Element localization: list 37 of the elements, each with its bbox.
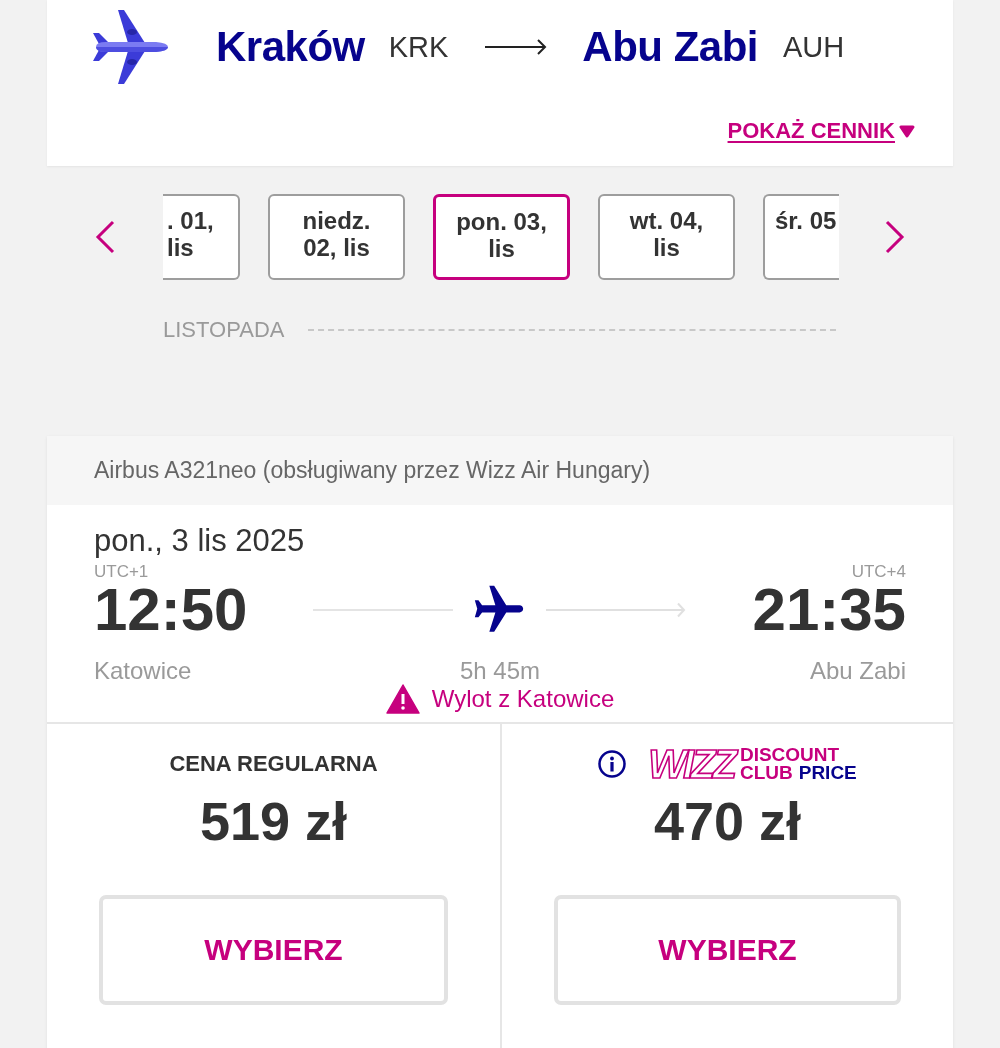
date-tab[interactable]: wt. 04, lis (598, 193, 735, 280)
month-label: LISTOPADA (163, 318, 285, 342)
date-tab[interactable]: śr. 05 (763, 193, 839, 280)
destination-code: AUH (783, 30, 845, 64)
arrow-icon (485, 39, 548, 55)
destination-city: Abu Zabi (582, 23, 758, 71)
select-button[interactable]: WYBIERZ (99, 895, 448, 1005)
origin-code: KRK (388, 30, 449, 64)
caret-icon (898, 124, 916, 138)
chevron-right-icon[interactable] (885, 219, 905, 254)
select-button[interactable]: WYBIERZ (554, 895, 901, 1005)
departure-time: 12:50 (94, 584, 248, 636)
fare-price: 519 zł (199, 791, 348, 851)
arrival-time: 21:35 (752, 584, 906, 636)
date-tab[interactable]: . 01, lis (163, 193, 240, 280)
logo-text: CLUB (739, 764, 793, 782)
logo-wordmark: WIZZ (648, 744, 738, 784)
logo-text: DISCOUNT (739, 746, 841, 764)
timezone-label: UTC+1 (94, 562, 149, 582)
warning-text: Wylot z Katowice (431, 685, 615, 713)
arrival-city: Abu Zabi (809, 658, 906, 684)
warning-icon (385, 684, 420, 714)
info-icon[interactable] (598, 750, 627, 778)
flight-duration: 5h 45m (459, 658, 541, 684)
aircraft-text: Airbus A321neo (obsługiwany przez Wizz Air Hungary) (94, 457, 651, 484)
logo-text: PRICE (798, 764, 857, 782)
date-tab[interactable]: niedz. 02, lis (268, 193, 405, 280)
airplane-icon (92, 10, 168, 84)
show-prices-link[interactable]: POKAŻ CENNIK (727, 118, 916, 144)
flight-date: pon., 3 lis 2025 (94, 523, 306, 559)
date-tab[interactable]: pon. 03, lis (433, 193, 570, 280)
fare-price: 470 zł (653, 791, 802, 851)
chevron-left-icon[interactable] (95, 219, 115, 254)
timezone-label: UTC+4 (851, 562, 906, 582)
fare-title: CENA REGULARNA (169, 750, 378, 778)
origin-city: Kraków (216, 23, 365, 71)
departure-city: Katowice (94, 658, 192, 684)
